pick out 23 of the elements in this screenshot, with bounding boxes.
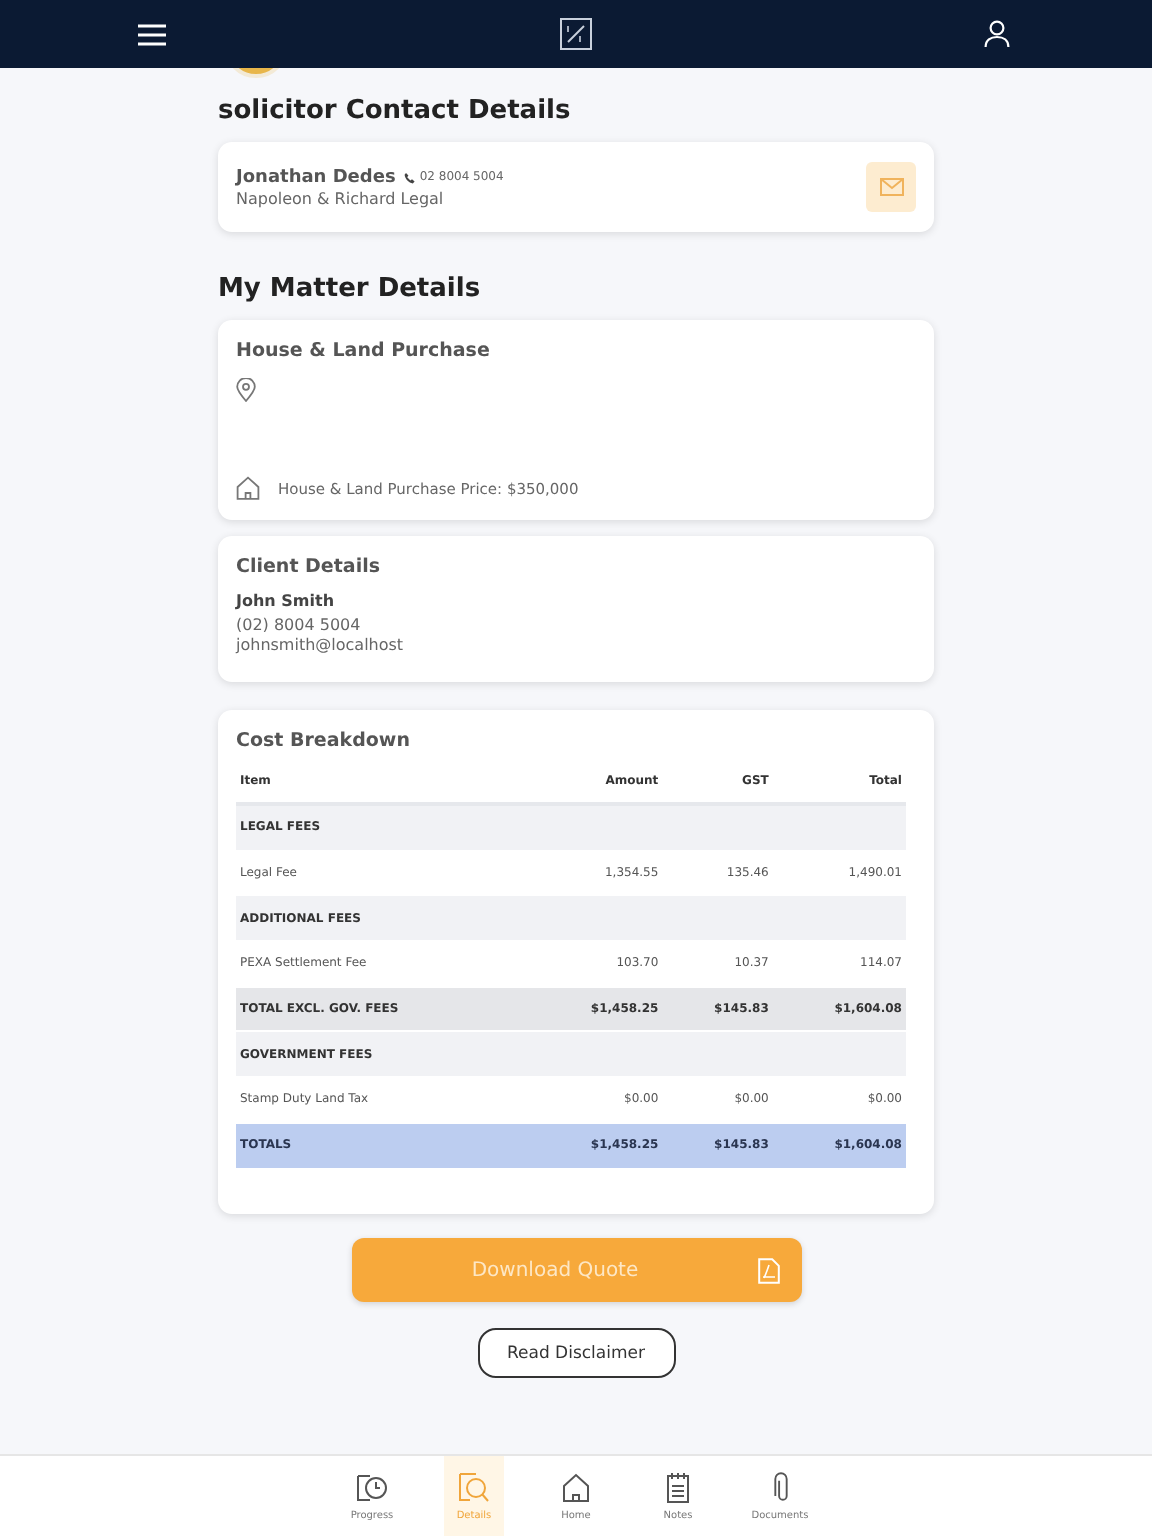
house-icon [236,476,260,500]
client-phone: (02) 8004 5004 [236,616,361,634]
profile-icon[interactable] [984,20,1010,48]
section-heading: solicitor Contact Details [218,96,573,126]
paperclip-icon [773,1471,787,1503]
solicitor-name: Jonathan Dedes [236,167,396,187]
card-title: Client Details [236,556,380,578]
menu-icon[interactable] [138,23,166,45]
firm-name: Napoleon & Richard Legal [236,189,446,207]
card-title: House & Land Purchase [236,340,490,362]
card-title: Cost Breakdown [236,730,412,752]
logo-icon [559,18,591,50]
read-disclaimer-button[interactable]: Read Disclaimer [477,1328,675,1378]
envelope-icon [879,178,903,196]
pdf-icon [758,1257,781,1283]
section-heading: My Matter Details [218,274,483,304]
client-email: johnsmith@localhost [236,636,404,654]
location-pin-icon [236,378,256,402]
phone-icon [403,171,416,183]
magnifier-page-icon [456,1471,492,1503]
house-icon [558,1471,594,1503]
client-name: John Smith [236,592,335,610]
clock-page-icon [354,1471,390,1503]
